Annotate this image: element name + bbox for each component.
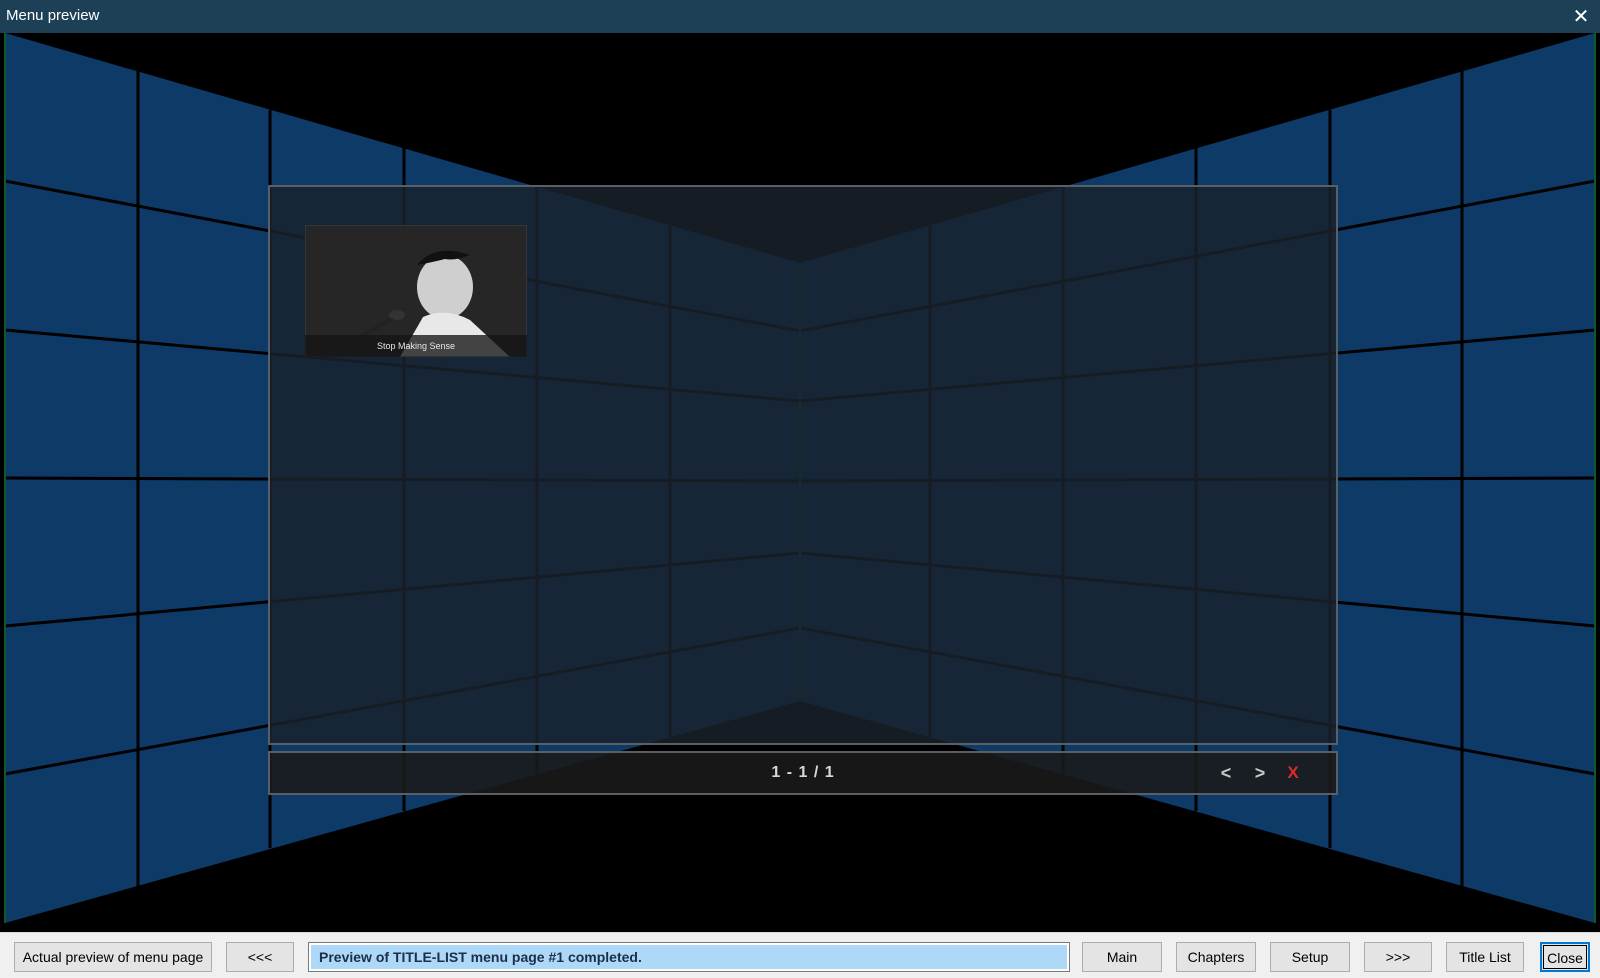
actual-preview-button[interactable]: Actual preview of menu page — [14, 942, 212, 972]
setup-button[interactable]: Setup — [1270, 942, 1350, 972]
status-text: Preview of TITLE-LIST menu page #1 compl… — [311, 945, 1067, 969]
next-page-button[interactable]: >>> — [1364, 942, 1432, 972]
chapters-button[interactable]: Chapters — [1176, 942, 1256, 972]
title-list-button[interactable]: Title List — [1446, 942, 1524, 972]
footer-toolbar: Actual preview of menu page <<< Preview … — [0, 932, 1600, 978]
page-counter: 1 - 1 / 1 — [771, 764, 835, 781]
menu-close-button[interactable]: X — [1281, 753, 1305, 793]
status-field: Preview of TITLE-LIST menu page #1 compl… — [308, 942, 1070, 972]
menu-prev-button[interactable]: < — [1214, 753, 1238, 793]
menu-preview-canvas: Stop Making Sense 1 - 1 / 1 < > X — [0, 33, 1600, 932]
window-title: Menu preview — [6, 7, 100, 24]
close-button[interactable]: Close — [1540, 942, 1590, 972]
window-titlebar: Menu preview ✕ — [0, 0, 1600, 33]
menu-content-panel: Stop Making Sense — [268, 185, 1338, 745]
close-icon[interactable]: ✕ — [1568, 4, 1594, 30]
menu-next-button[interactable]: > — [1248, 753, 1272, 793]
menu-navigation-bar: 1 - 1 / 1 < > X — [268, 751, 1338, 795]
title-thumbnail[interactable]: Stop Making Sense — [305, 225, 527, 357]
main-button[interactable]: Main — [1082, 942, 1162, 972]
previous-page-button[interactable]: <<< — [226, 942, 294, 972]
thumbnail-caption: Stop Making Sense — [305, 335, 527, 357]
